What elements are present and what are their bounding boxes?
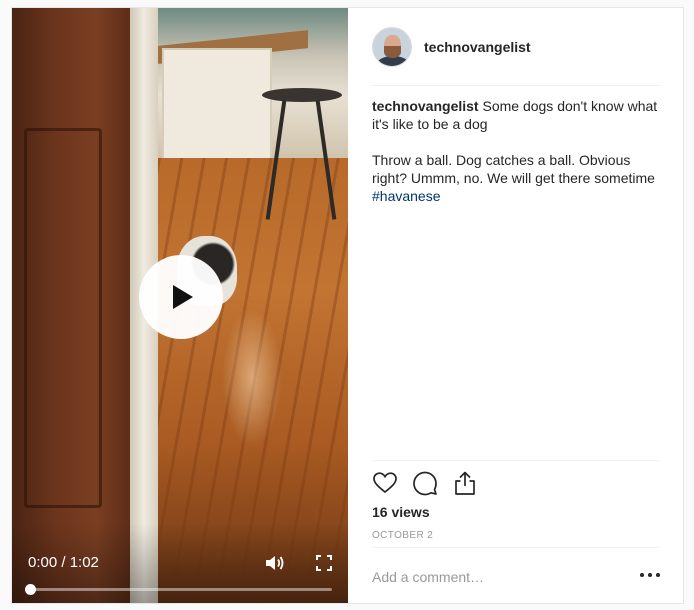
post-sidebar: technovangelist technovangelist Some dog… xyxy=(348,8,683,603)
more-options-icon xyxy=(640,573,644,577)
share-icon xyxy=(455,471,475,495)
comment-button[interactable] xyxy=(412,470,438,496)
header-divider xyxy=(372,85,660,86)
hashtag-link[interactable]: #havanese xyxy=(372,188,441,204)
progress-thumb[interactable] xyxy=(25,584,36,595)
like-button[interactable] xyxy=(372,470,398,496)
video-time: 0:00 / 1:02 xyxy=(28,554,99,571)
progress-bar[interactable] xyxy=(25,584,332,595)
volume-icon xyxy=(266,556,284,570)
actions-divider xyxy=(372,460,660,461)
volume-button[interactable] xyxy=(264,553,288,573)
comment-icon xyxy=(413,471,437,496)
share-button[interactable] xyxy=(452,470,478,496)
door xyxy=(12,8,132,603)
fullscreen-button[interactable] xyxy=(316,555,332,571)
post-card: 0:00 / 1:02 technovangelist technovangel… xyxy=(11,7,684,604)
header-username[interactable]: technovangelist xyxy=(424,39,531,55)
avatar[interactable] xyxy=(372,27,412,67)
comment-divider xyxy=(372,547,660,548)
video-player[interactable]: 0:00 / 1:02 xyxy=(12,8,348,603)
caption-username[interactable]: technovangelist xyxy=(372,98,479,114)
more-options-button[interactable] xyxy=(640,567,660,583)
caption-line-2: Throw a ball. Dog catches a ball. Obviou… xyxy=(372,152,655,186)
post-header: technovangelist xyxy=(372,26,662,68)
post-date[interactable]: OCTOBER 2 xyxy=(372,530,433,541)
play-icon xyxy=(173,285,193,309)
heart-icon xyxy=(373,472,397,494)
caption: technovangelist Some dogs don't know wha… xyxy=(372,97,660,205)
fullscreen-icon xyxy=(316,555,332,571)
action-bar xyxy=(372,469,492,497)
play-button[interactable] xyxy=(139,255,223,339)
view-count[interactable]: 16 views xyxy=(372,504,430,520)
comment-input[interactable]: Add a comment… xyxy=(372,569,484,585)
